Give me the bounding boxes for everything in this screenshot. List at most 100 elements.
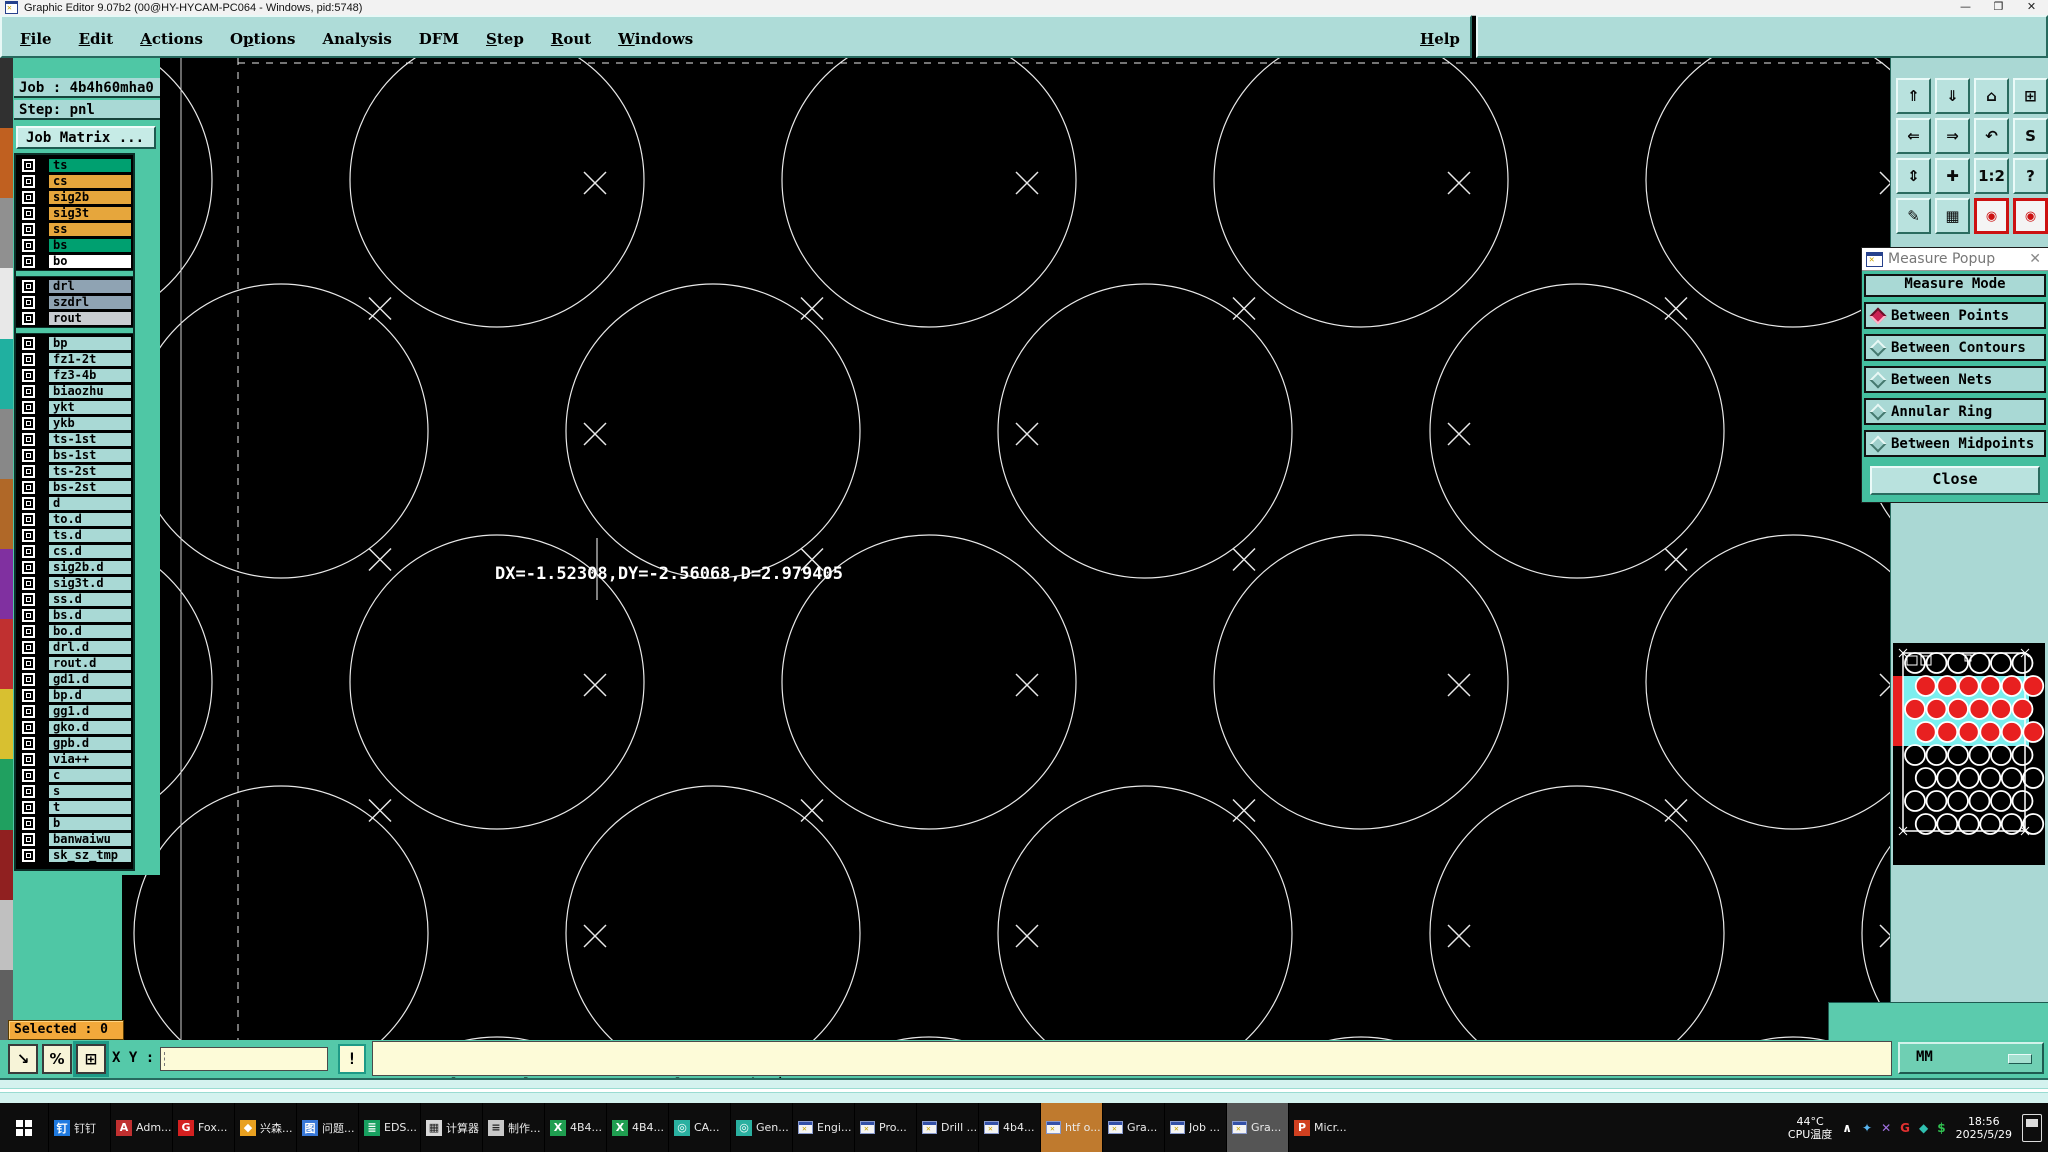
layer-name[interactable]: ts: [49, 158, 131, 172]
layer-name[interactable]: ss.d: [49, 592, 131, 606]
taskbar-item[interactable]: 4b4...: [978, 1103, 1040, 1152]
layer-checkbox[interactable]: [22, 336, 35, 350]
tray-icon[interactable]: G: [1900, 1121, 1910, 1135]
layer-row-t[interactable]: t: [18, 799, 131, 815]
layer-name[interactable]: sig3t: [49, 206, 131, 220]
layer-checkbox[interactable]: [22, 768, 35, 782]
layer-row-d[interactable]: d: [18, 495, 131, 511]
palette-swatch[interactable]: [0, 689, 13, 760]
taskbar-item[interactable]: Job ...: [1164, 1103, 1226, 1152]
measure-option-between-midpoints[interactable]: Between Midpoints: [1864, 430, 2046, 457]
palette-swatch[interactable]: [0, 899, 13, 970]
layer-row-sig3t.d[interactable]: sig3t.d: [18, 575, 131, 591]
net-highlight-a-button[interactable]: ◉: [1974, 198, 2009, 234]
previous-view-button[interactable]: ↶: [1974, 118, 2009, 154]
popup-close-icon[interactable]: ✕: [2022, 251, 2048, 267]
context-help-button[interactable]: ?: [2013, 158, 2048, 194]
measure-option-between-nets[interactable]: Between Nets: [1864, 366, 2046, 393]
layer-checkbox[interactable]: [22, 848, 35, 862]
layer-row-bs-1st[interactable]: bs-1st: [18, 447, 131, 463]
layer-row-bs.d[interactable]: bs.d: [18, 607, 131, 623]
measure-option-between-points[interactable]: Between Points: [1864, 302, 2046, 329]
layer-name[interactable]: sk_sz_tmp: [49, 848, 131, 862]
layer-row-gg1.d[interactable]: gg1.d: [18, 703, 131, 719]
radio-selected-icon[interactable]: [1869, 307, 1887, 324]
layer-checkbox[interactable]: [22, 784, 35, 798]
layer-name[interactable]: bo: [49, 254, 131, 268]
layer-name[interactable]: sig2b: [49, 190, 131, 204]
layer-row-ts[interactable]: ts: [18, 157, 131, 173]
notification-center-icon[interactable]: [2022, 1113, 2042, 1142]
s-route-button[interactable]: S: [2013, 118, 2048, 154]
taskbar-item[interactable]: ▦ 计算器: [420, 1103, 482, 1152]
layer-name[interactable]: c: [49, 768, 131, 782]
layer-row-biaozhu[interactable]: biaozhu: [18, 383, 131, 399]
tray-expand-icon[interactable]: ∧: [1842, 1121, 1852, 1135]
layer-row-drl.d[interactable]: drl.d: [18, 639, 131, 655]
layer-checkbox[interactable]: [22, 384, 35, 398]
window-xy-button[interactable]: ⊞: [2013, 78, 2048, 114]
menu-options[interactable]: Options: [230, 30, 296, 48]
layer-checkbox[interactable]: [22, 560, 35, 574]
color-editor-button[interactable]: ✎: [1896, 198, 1931, 234]
layer-checkbox[interactable]: [22, 238, 35, 252]
layer-name[interactable]: bo.d: [49, 624, 131, 638]
layer-name[interactable]: gpb.d: [49, 736, 131, 750]
palette-swatch[interactable]: [0, 58, 13, 129]
layer-checkbox[interactable]: [22, 400, 35, 414]
tray-icon[interactable]: ✦: [1862, 1121, 1872, 1135]
layer-checkbox[interactable]: [22, 592, 35, 606]
menu-step[interactable]: Step: [486, 30, 524, 48]
layer-checkbox[interactable]: [22, 295, 35, 309]
tray-icon[interactable]: ◆: [1919, 1121, 1928, 1135]
close-button[interactable]: ✕: [2015, 0, 2048, 15]
start-button[interactable]: [0, 1103, 48, 1152]
layer-row-fz3-4b[interactable]: fz3-4b: [18, 367, 131, 383]
layer-name[interactable]: rout: [49, 311, 131, 325]
layer-row-gpb.d[interactable]: gpb.d: [18, 735, 131, 751]
layer-row-to.d[interactable]: to.d: [18, 511, 131, 527]
layer-checkbox[interactable]: [22, 752, 35, 766]
layer-checkbox[interactable]: [22, 688, 35, 702]
radio-icon[interactable]: [1869, 403, 1887, 420]
menu-analysis[interactable]: Analysis: [323, 30, 392, 48]
layer-row-sig2b.d[interactable]: sig2b.d: [18, 559, 131, 575]
layer-name[interactable]: biaozhu: [49, 384, 131, 398]
layer-name[interactable]: ts-2st: [49, 464, 131, 478]
layer-checkbox[interactable]: [22, 254, 35, 268]
layer-checkbox[interactable]: [22, 544, 35, 558]
layer-row-drl[interactable]: drl: [18, 278, 131, 294]
measure-option-annular-ring[interactable]: Annular Ring: [1864, 398, 2046, 425]
units-dropdown[interactable]: MM: [1898, 1042, 2044, 1074]
palette-swatch[interactable]: [0, 478, 13, 549]
layer-row-ykt[interactable]: ykt: [18, 399, 131, 415]
tray-icon[interactable]: ✕: [1881, 1121, 1891, 1135]
layer-name[interactable]: gg1.d: [49, 704, 131, 718]
drawing-canvas[interactable]: DX=-1.52308,DY=-2.56068,D=2.979405: [0, 32, 2048, 1152]
layer-checkbox[interactable]: [22, 311, 35, 325]
layer-name[interactable]: szdrl: [49, 295, 131, 309]
layer-name[interactable]: cs.d: [49, 544, 131, 558]
menu-file[interactable]: File: [20, 30, 52, 48]
menu-rout[interactable]: Rout: [551, 30, 591, 48]
layer-checkbox[interactable]: [22, 512, 35, 526]
radio-icon[interactable]: [1869, 435, 1887, 452]
taskbar-item[interactable]: htf o...: [1040, 1103, 1102, 1152]
layer-row-s[interactable]: s: [18, 783, 131, 799]
layer-checkbox[interactable]: [22, 222, 35, 236]
layer-row-rout.d[interactable]: rout.d: [18, 655, 131, 671]
layer-name[interactable]: rout.d: [49, 656, 131, 670]
layer-name[interactable]: cs: [49, 174, 131, 188]
layer-name[interactable]: ykt: [49, 400, 131, 414]
layer-checkbox[interactable]: [22, 206, 35, 220]
layer-checkbox[interactable]: [22, 158, 35, 172]
layer-name[interactable]: ts-1st: [49, 432, 131, 446]
taskbar-item[interactable]: ◎ CA...: [668, 1103, 730, 1152]
layer-checkbox[interactable]: [22, 464, 35, 478]
layer-name[interactable]: ykb: [49, 416, 131, 430]
taskbar-item[interactable]: A Adm...: [110, 1103, 172, 1152]
taskbar-item[interactable]: ◎ Gen...: [730, 1103, 792, 1152]
layer-checkbox[interactable]: [22, 800, 35, 814]
layer-checkbox[interactable]: [22, 816, 35, 830]
layer-row-fz1-2t[interactable]: fz1-2t: [18, 351, 131, 367]
